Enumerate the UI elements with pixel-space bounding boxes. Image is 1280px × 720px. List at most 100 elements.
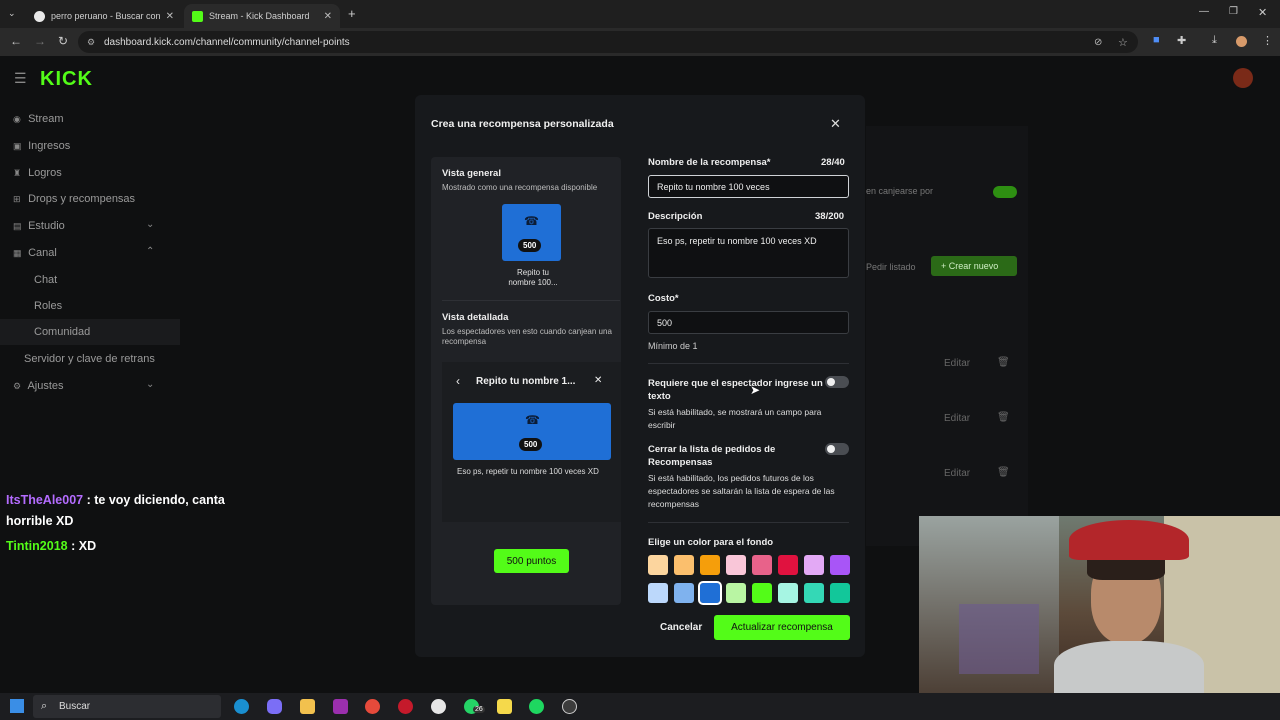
general-view-title: Vista general bbox=[442, 168, 501, 179]
gift-icon: ⊞ bbox=[13, 194, 21, 204]
description-textarea[interactable]: Eso ps, repetir tu nombre 100 veces XD bbox=[648, 228, 849, 278]
eye-off-icon[interactable]: ⊘ bbox=[1094, 37, 1102, 48]
trash-icon[interactable]: 🗑 bbox=[997, 467, 1010, 478]
reward-card-preview: ☎ 500 bbox=[502, 204, 561, 261]
chevron-down-icon[interactable]: ⌄ bbox=[146, 219, 154, 230]
app-icon[interactable] bbox=[333, 699, 348, 714]
address-bar[interactable]: ⚙ dashboard.kick.com/channel/community/c… bbox=[78, 31, 1138, 53]
cost-input[interactable]: 500 bbox=[648, 311, 849, 334]
edge-icon[interactable] bbox=[234, 699, 249, 714]
color-swatch[interactable] bbox=[830, 555, 850, 575]
reload-icon[interactable]: ↻ bbox=[58, 34, 68, 48]
close-window-icon[interactable]: ✕ bbox=[1258, 6, 1267, 19]
opera-icon[interactable] bbox=[398, 699, 413, 714]
color-swatch[interactable] bbox=[674, 583, 694, 603]
modal-title: Crea una recompensa personalizada bbox=[431, 118, 614, 130]
copilot-icon[interactable] bbox=[267, 699, 282, 714]
cancel-button[interactable]: Cancelar bbox=[660, 622, 702, 633]
back-icon[interactable]: ← bbox=[10, 34, 22, 48]
sidebar-item-servidor[interactable]: Servidor y clave de retrans bbox=[24, 353, 155, 365]
color-swatch[interactable] bbox=[700, 555, 720, 575]
sidebar-item-drops[interactable]: ⊞ Drops y recompensas bbox=[13, 193, 135, 205]
bookmark-star-icon[interactable]: ☆ bbox=[1118, 36, 1128, 49]
sidebar-item-roles[interactable]: Roles bbox=[34, 300, 62, 312]
sidebar-item-label: Ingresos bbox=[28, 140, 71, 152]
color-swatch[interactable] bbox=[648, 555, 668, 575]
tab-kick-dashboard[interactable]: Stream - Kick Dashboard ✕ bbox=[184, 4, 340, 28]
file-explorer-icon[interactable] bbox=[300, 699, 315, 714]
menu-dots-icon[interactable]: ⋮ bbox=[1262, 34, 1273, 47]
hamburger-icon[interactable]: ☰ bbox=[14, 70, 27, 87]
minimize-icon[interactable]: — bbox=[1199, 6, 1209, 17]
trash-icon[interactable]: 🗑 bbox=[997, 412, 1010, 423]
sidebar-item-chat[interactable]: Chat bbox=[34, 274, 57, 286]
pedir-listado-button[interactable]: Pedir listado bbox=[866, 262, 916, 272]
color-swatch[interactable] bbox=[648, 583, 668, 603]
download-icon[interactable]: ⤓ bbox=[1212, 34, 1217, 47]
restore-icon[interactable]: ❐ bbox=[1229, 6, 1238, 17]
sidebar-item-canal[interactable]: ▦ Canal bbox=[13, 247, 57, 259]
close-tab-icon[interactable]: ✕ bbox=[324, 11, 332, 22]
color-swatch[interactable] bbox=[778, 555, 798, 575]
color-swatch[interactable] bbox=[830, 583, 850, 603]
chat-text: : XD bbox=[71, 539, 97, 553]
sidebar-item-ajustes[interactable]: ⚙ Ajustes bbox=[13, 380, 64, 392]
trophy-icon: ♜ bbox=[13, 168, 22, 178]
color-swatch[interactable] bbox=[698, 581, 722, 605]
tab-google-search[interactable]: perro peruano - Buscar con Go ✕ bbox=[26, 4, 182, 28]
chevron-up-icon[interactable]: ⌃ bbox=[146, 246, 154, 257]
windows-start-icon[interactable] bbox=[10, 699, 24, 713]
color-swatch[interactable] bbox=[674, 555, 694, 575]
color-swatch[interactable] bbox=[726, 555, 746, 575]
kick-logo[interactable]: KICK bbox=[40, 68, 93, 91]
extension-icon[interactable]: ■ bbox=[1153, 34, 1160, 46]
sidebar-item-ingresos[interactable]: ▣ Ingresos bbox=[13, 140, 70, 152]
close-queue-toggle[interactable] bbox=[825, 443, 849, 455]
color-swatch[interactable] bbox=[804, 583, 824, 603]
new-tab-icon[interactable]: + bbox=[348, 6, 356, 21]
divider bbox=[648, 522, 849, 523]
sidebar-item-estudio[interactable]: ▤ Estudio bbox=[13, 220, 65, 232]
update-reward-button[interactable]: Actualizar recompensa bbox=[714, 615, 850, 640]
reward-name-value: Repito tu nombre 100 veces bbox=[657, 182, 770, 192]
user-avatar[interactable] bbox=[1233, 68, 1253, 88]
chrome-icon[interactable] bbox=[365, 699, 380, 714]
color-swatch[interactable] bbox=[752, 555, 772, 575]
site-info-icon[interactable]: ⚙ bbox=[87, 37, 95, 48]
close-tab-icon[interactable]: ✕ bbox=[166, 11, 174, 22]
reward-name-input[interactable]: Repito tu nombre 100 veces bbox=[648, 175, 849, 198]
reward-card-name: Repito tu nombre 100... bbox=[508, 268, 558, 287]
webcam-overlay bbox=[919, 516, 1280, 693]
chat-username: Tintin2018 bbox=[6, 539, 68, 553]
edit-button[interactable]: Editar bbox=[944, 358, 970, 369]
spotify-icon[interactable] bbox=[529, 699, 544, 714]
detail-preview: ‹ Repito tu nombre 1... ✕ ☎ 500 Eso ps, … bbox=[442, 362, 621, 522]
edit-button[interactable]: Editar bbox=[944, 413, 970, 424]
sidebar-item-comunidad[interactable]: Comunidad bbox=[0, 319, 180, 345]
trash-icon[interactable]: 🗑 bbox=[997, 357, 1010, 368]
color-swatch[interactable] bbox=[778, 583, 798, 603]
profile-avatar[interactable] bbox=[1236, 36, 1247, 47]
detail-description: Eso ps, repetir tu nombre 100 veces XD bbox=[457, 467, 599, 476]
color-swatch[interactable] bbox=[752, 583, 772, 603]
whatsapp-badge: 26 bbox=[473, 706, 485, 713]
taskbar-search[interactable]: ⌕ Buscar bbox=[33, 695, 221, 718]
url-text: dashboard.kick.com/channel/community/cha… bbox=[104, 36, 350, 48]
close-icon: ✕ bbox=[594, 375, 603, 386]
edit-button[interactable]: Editar bbox=[944, 468, 970, 479]
tab-list-icon[interactable]: ⌄ bbox=[8, 8, 16, 19]
chevron-down-icon[interactable]: ⌄ bbox=[146, 379, 154, 390]
obs-icon[interactable] bbox=[562, 699, 577, 714]
crear-nuevo-button[interactable]: + Crear nuevo bbox=[931, 256, 1017, 276]
close-icon[interactable]: ✕ bbox=[830, 116, 841, 132]
enable-toggle[interactable] bbox=[993, 186, 1017, 198]
color-swatch[interactable] bbox=[726, 583, 746, 603]
chatgpt-icon[interactable] bbox=[431, 699, 446, 714]
require-text-toggle[interactable] bbox=[825, 376, 849, 388]
color-swatch[interactable] bbox=[804, 555, 824, 575]
sidebar-item-logros[interactable]: ♜ Logros bbox=[13, 167, 62, 179]
sidebar-item-stream[interactable]: ◉ Stream bbox=[13, 113, 64, 125]
puzzle-icon[interactable]: ✚ bbox=[1177, 34, 1186, 47]
sticky-notes-icon[interactable] bbox=[497, 699, 512, 714]
forward-icon[interactable]: → bbox=[34, 34, 46, 48]
